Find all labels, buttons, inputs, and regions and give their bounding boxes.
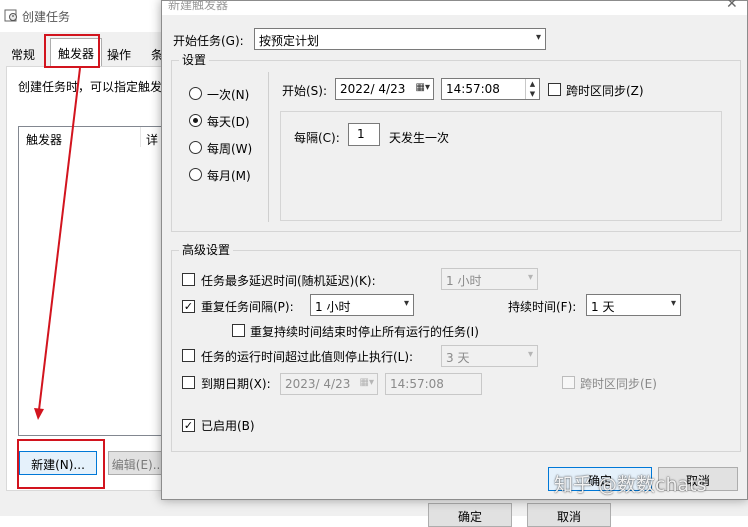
radio-once-label: 一次(N): [207, 88, 250, 102]
duration-label: 持续时间(F):: [508, 300, 577, 314]
radio-once[interactable]: [189, 87, 202, 100]
radio-weekly-label: 每周(W): [207, 142, 253, 156]
start-date-value: 2022/ 4/23: [340, 82, 406, 96]
delay-select[interactable]: 1 小时 ▾: [441, 268, 538, 290]
create-task-cancel-button[interactable]: 取消: [527, 503, 611, 527]
start-time-value: 14:57:08: [446, 82, 500, 96]
column-header-details[interactable]: 详: [146, 131, 158, 148]
stop-if-longer-select[interactable]: 3 天 ▾: [441, 345, 538, 367]
radio-daily-label: 每天(D): [207, 115, 250, 129]
spin-arrows-icon[interactable]: ▲ ▼: [525, 79, 539, 99]
delay-label: 任务最多延迟时间(随机延迟)(K):: [201, 274, 376, 288]
sync-timezone-checkbox[interactable]: [548, 83, 561, 96]
edit-trigger-button[interactable]: 编辑(E)...: [108, 451, 168, 475]
radio-monthly-label: 每月(M): [207, 169, 251, 183]
radio-monthly[interactable]: [189, 168, 202, 181]
repeat-checkbox[interactable]: ✓: [182, 300, 195, 313]
zhihu-watermark: 知乎 @数数chats: [554, 474, 707, 496]
create-task-ok-button[interactable]: 确定: [428, 503, 512, 527]
duration-select[interactable]: 1 天 ▾: [586, 294, 681, 316]
close-icon[interactable]: ✕: [726, 0, 738, 12]
begin-task-select[interactable]: 按预定计划 ▾: [254, 28, 546, 50]
enabled-label: 已启用(B): [201, 419, 255, 433]
chevron-down-icon: ▾: [535, 32, 541, 43]
radio-weekly[interactable]: [189, 141, 202, 154]
expire-sync-label: 跨时区同步(E): [580, 377, 657, 391]
new-trigger-titlebar: 新建触发器 ✕: [162, 0, 747, 15]
every-label: 每隔(C):: [294, 131, 340, 145]
advanced-settings-label: 高级设置: [179, 241, 234, 258]
task-scheduler-icon: [4, 9, 17, 22]
repeat-interval-select[interactable]: 1 小时 ▾: [310, 294, 414, 316]
stop-at-end-checkbox[interactable]: [232, 324, 245, 337]
duration-value: 1 天: [591, 300, 615, 314]
stop-if-longer-checkbox[interactable]: [182, 349, 195, 362]
begin-task-value: 按预定计划: [259, 34, 320, 48]
stop-at-end-label: 重复持续时间结束时停止所有运行的任务(I): [250, 325, 479, 339]
delay-checkbox[interactable]: [182, 273, 195, 286]
delay-value: 1 小时: [446, 274, 482, 288]
expire-time-input[interactable]: 14:57:08: [385, 373, 482, 395]
enabled-checkbox[interactable]: ✓: [182, 419, 195, 432]
repeat-label: 重复任务间隔(P):: [201, 300, 294, 314]
expire-time-value: 14:57:08: [390, 377, 444, 391]
annotation-box-new-button: [17, 439, 105, 489]
sync-timezone-label: 跨时区同步(Z): [566, 84, 644, 98]
calendar-icon[interactable]: ▦▾: [416, 82, 430, 93]
expire-date-value: 2023/ 4/23: [285, 377, 351, 391]
annotation-box-triggers-tab: [44, 34, 100, 68]
stop-if-longer-label: 任务的运行时间超过此值则停止执行(L):: [201, 350, 414, 364]
start-time-input[interactable]: 14:57:08 ▲ ▼: [441, 78, 540, 100]
settings-group-label: 设置: [179, 51, 210, 68]
expire-checkbox[interactable]: [182, 376, 195, 389]
triggers-list[interactable]: [18, 126, 172, 436]
chevron-down-icon: ▾: [670, 298, 676, 309]
chevron-down-icon: ▾: [527, 349, 533, 360]
expire-label: 到期日期(X):: [201, 377, 271, 391]
every-days-input[interactable]: 1: [348, 123, 380, 146]
start-date-picker[interactable]: 2022/ 4/23 ▦▾: [335, 78, 434, 100]
column-header-trigger[interactable]: 触发器: [26, 131, 62, 148]
tab-actions[interactable]: 操作: [104, 42, 134, 66]
repeat-interval-value: 1 小时: [315, 300, 351, 314]
calendar-icon[interactable]: ▦▾: [360, 377, 374, 388]
chevron-down-icon: ▾: [527, 272, 533, 283]
recurrence-group: [280, 111, 722, 221]
begin-task-label: 开始任务(G):: [173, 34, 244, 48]
every-days-suffix: 天发生一次: [389, 131, 450, 145]
create-task-title: 创建任务: [22, 10, 71, 24]
stop-if-longer-value: 3 天: [446, 351, 470, 365]
triggers-description: 创建任务时，可以指定触发: [18, 80, 163, 94]
expire-date-picker[interactable]: 2023/ 4/23 ▦▾: [280, 373, 378, 395]
expire-sync-checkbox[interactable]: [562, 376, 575, 389]
settings-divider: [268, 72, 269, 222]
tab-general[interactable]: 常规: [8, 42, 38, 66]
new-trigger-title: 新建触发器: [168, 0, 229, 12]
radio-daily[interactable]: [189, 114, 202, 127]
start-label: 开始(S):: [282, 84, 328, 98]
column-separator: [140, 127, 141, 147]
chevron-down-icon: ▾: [403, 298, 409, 309]
